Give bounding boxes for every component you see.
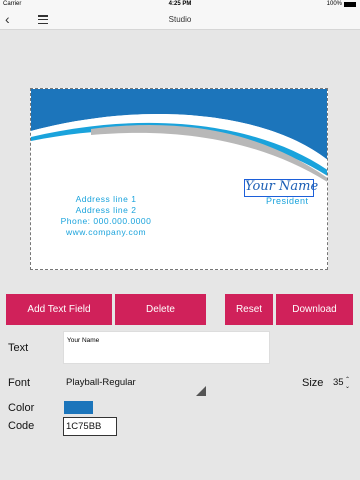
address-line-2[interactable]: Address line 2 <box>31 205 181 215</box>
role-text[interactable]: President <box>266 196 309 206</box>
navigation-bar: ‹ Studio <box>0 10 360 30</box>
reset-button[interactable]: Reset <box>225 294 273 325</box>
size-stepper-icon[interactable]: ⌃ ⌄ <box>345 376 350 390</box>
address-line-1[interactable]: Address line 1 <box>31 194 181 204</box>
battery-indicator: 100% <box>327 1 356 7</box>
code-label: Code <box>8 420 35 432</box>
phone-text[interactable]: Phone: 000.000.0000 <box>31 216 181 226</box>
size-label: Size <box>302 377 324 389</box>
page-title: Studio <box>168 15 192 24</box>
dropdown-triangle-icon[interactable] <box>196 386 206 396</box>
font-select[interactable]: Playball-Regular <box>66 377 136 388</box>
delete-button[interactable]: Delete <box>115 294 206 325</box>
download-button[interactable]: Download <box>276 294 353 325</box>
text-input[interactable]: Your Name <box>63 331 270 364</box>
business-card-canvas[interactable]: Address line 1 Address line 2 Phone: 000… <box>30 88 328 270</box>
name-text[interactable]: Your Name <box>245 179 318 194</box>
color-label: Color <box>8 402 35 414</box>
battery-icon <box>344 1 356 7</box>
add-text-field-button[interactable]: Add Text Field <box>6 294 112 325</box>
size-select[interactable]: 35 <box>333 377 344 388</box>
clock: 4:25 PM <box>168 1 192 7</box>
battery-percent: 100% <box>326 1 342 7</box>
color-code-input[interactable]: 1C75BB <box>63 417 117 436</box>
color-swatch[interactable] <box>64 401 93 414</box>
status-bar: Carrier 4:25 PM 100% <box>0 0 360 10</box>
text-label: Text <box>8 342 29 354</box>
font-label: Font <box>8 377 31 389</box>
website-text[interactable]: www.company.com <box>31 227 181 237</box>
